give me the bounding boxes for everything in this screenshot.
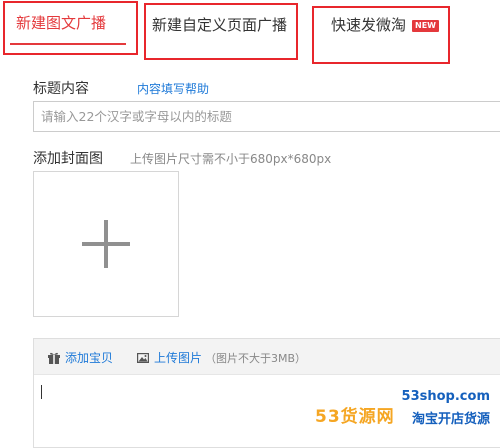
- editor-toolbar: 添加宝贝 上传图片 （图片不大于3MB）: [34, 339, 500, 375]
- cover-label: 添加封面图: [33, 151, 103, 167]
- cover-size-hint: 上传图片尺寸需不小于680px*680px: [130, 152, 332, 166]
- text-caret: [41, 385, 42, 399]
- plus-icon-bar: [82, 242, 130, 246]
- cover-upload-button[interactable]: [33, 171, 179, 317]
- watermark-slogan: 淘宝开店货源: [411, 412, 490, 427]
- upload-size-note: （图片不大于3MB）: [205, 351, 307, 365]
- watermark-brand-logo: 53货源网: [315, 407, 395, 427]
- tab-quick-weitao-label: 快速发微淘: [331, 16, 407, 34]
- broadcast-tabs: 新建图文广播 新建自定义页面广播 快速发微淘 NEW: [0, 0, 500, 66]
- title-label: 标题内容: [33, 81, 89, 97]
- upload-image-label: 上传图片: [154, 351, 203, 365]
- title-input[interactable]: [33, 101, 500, 132]
- watermark: 53shop.com 53货源网 淘宝开店货源: [315, 390, 490, 428]
- new-badge: NEW: [412, 20, 439, 32]
- upload-image-button[interactable]: 上传图片 （图片不大于3MB）: [136, 349, 306, 366]
- active-tab-underline: [10, 43, 126, 45]
- tab-new-image-broadcast[interactable]: 新建图文广播: [16, 12, 106, 33]
- add-item-label: 添加宝贝: [65, 351, 114, 365]
- add-item-button[interactable]: 添加宝贝: [47, 349, 113, 366]
- tab-quick-weitao[interactable]: 快速发微淘 NEW: [331, 14, 439, 35]
- content-help-link[interactable]: 内容填写帮助: [137, 80, 209, 97]
- gift-icon: [48, 352, 60, 364]
- image-icon: [137, 352, 149, 363]
- tab-new-custom-page-broadcast[interactable]: 新建自定义页面广播: [152, 14, 287, 35]
